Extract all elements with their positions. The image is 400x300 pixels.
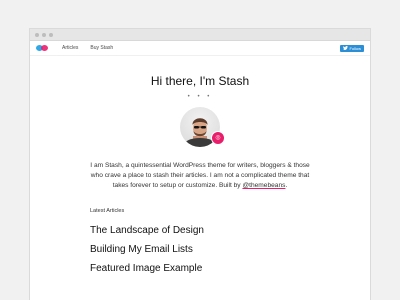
- author-bio: I am Stash, a quintessential WordPress t…: [85, 161, 315, 192]
- page-title: Hi there, I'm Stash: [150, 74, 250, 88]
- dribbble-icon[interactable]: ◎: [211, 131, 225, 145]
- browser-chrome: [30, 29, 370, 41]
- latest-articles-heading: Latest Articles: [90, 207, 125, 214]
- browser-window: Articles Buy Stash Follow Hi there, I'm …: [29, 28, 371, 300]
- site-header: Articles Buy Stash Follow: [30, 41, 370, 56]
- article-list: The Landscape of Design Building My Emai…: [30, 225, 370, 274]
- nav-buy-stash-link[interactable]: Buy Stash: [90, 45, 113, 51]
- stash-logo-icon[interactable]: [36, 45, 49, 51]
- main-content: Hi there, I'm Stash • • • ◎ I am Stash, …: [30, 74, 370, 274]
- window-dot-maximize[interactable]: [49, 32, 53, 37]
- nav-articles-link[interactable]: Articles: [62, 45, 78, 51]
- twitter-follow-button[interactable]: Follow: [340, 44, 364, 52]
- window-dot-minimize[interactable]: [42, 32, 46, 37]
- bio-end: .: [285, 182, 288, 190]
- author-avatar-wrap: ◎: [180, 107, 225, 147]
- follow-label: Follow: [349, 45, 361, 51]
- article-link-featured-image-example[interactable]: Featured Image Example: [90, 263, 370, 274]
- window-dot-close[interactable]: [35, 32, 39, 37]
- article-link-building-email-lists[interactable]: Building My Email Lists: [90, 244, 370, 255]
- article-link-landscape-of-design[interactable]: The Landscape of Design: [90, 225, 370, 236]
- themebeans-link[interactable]: @themebeans: [242, 182, 285, 189]
- title-separator: • • •: [187, 94, 213, 100]
- twitter-bird-icon: [343, 46, 349, 50]
